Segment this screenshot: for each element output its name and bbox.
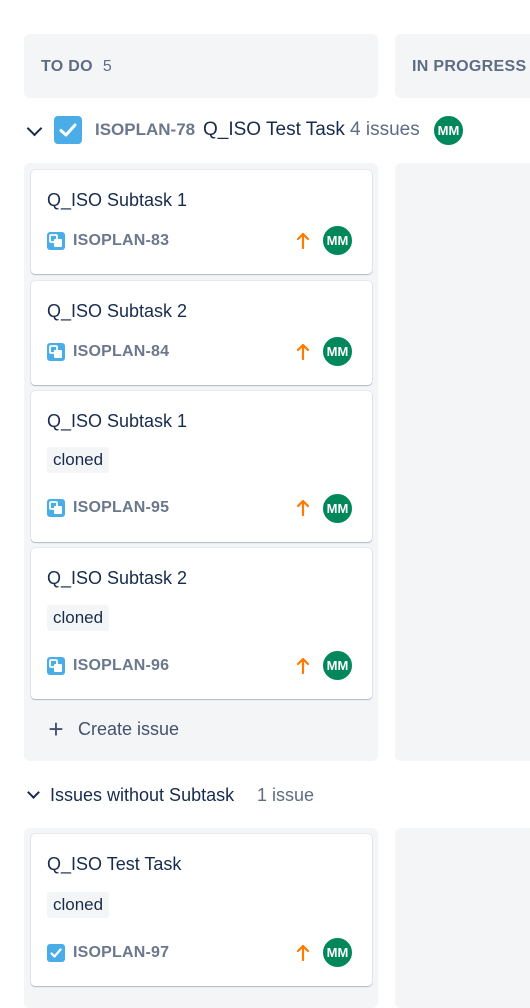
subtask-icon — [47, 499, 65, 517]
label-badge: cloned — [47, 447, 110, 473]
label-badge: cloned — [47, 605, 110, 631]
avatar[interactable]: MM — [321, 335, 354, 368]
avatar[interactable]: MM — [321, 492, 354, 525]
task-checkbox-icon — [54, 116, 82, 144]
subtask-icon — [47, 232, 65, 250]
priority-high-icon — [296, 343, 310, 361]
issue-card[interactable]: Q_ISO Subtask 1 ISOPLAN-83 MM — [31, 170, 372, 274]
avatar[interactable]: MM — [321, 649, 354, 682]
column-header-in-progress: IN PROGRESS — [395, 34, 530, 98]
swimlane-issue-count: 4 issues — [350, 119, 420, 140]
issue-card[interactable]: Q_ISO Subtask 2 cloned ISOPLAN-96 MM — [31, 548, 372, 699]
issue-key[interactable]: ISOPLAN-84 — [73, 343, 169, 361]
label-badge: cloned — [47, 892, 110, 918]
issue-card[interactable]: Q_ISO Test Task cloned ISOPLAN-97 MM — [31, 834, 372, 986]
column-title: TO DO — [41, 58, 93, 75]
issue-key[interactable]: ISOPLAN-83 — [73, 232, 169, 250]
subtask-icon — [47, 657, 65, 675]
column-header-todo: TO DO 5 — [24, 34, 378, 98]
priority-high-icon — [296, 657, 310, 675]
create-issue-label: Create issue — [78, 718, 180, 739]
column-count: 5 — [102, 58, 113, 75]
in-progress-lane — [395, 828, 530, 1008]
card-title: Q_ISO Subtask 2 — [47, 301, 188, 321]
card-title: Q_ISO Subtask 1 — [47, 190, 188, 210]
avatar[interactable]: MM — [432, 114, 465, 147]
issue-key[interactable]: ISOPLAN-97 — [73, 944, 169, 962]
issue-card[interactable]: Q_ISO Subtask 2 ISOPLAN-84 MM — [31, 281, 372, 385]
create-issue-button[interactable]: + Create issue — [46, 716, 179, 742]
swimlane-title[interactable]: Q_ISO Test Task — [203, 119, 345, 141]
swimlane-title[interactable]: Issues without Subtask — [50, 785, 234, 806]
card-title: Q_ISO Subtask 2 — [47, 568, 188, 588]
subtask-icon — [47, 343, 65, 361]
in-progress-lane — [395, 163, 530, 761]
issue-card[interactable]: Q_ISO Subtask 1 cloned ISOPLAN-95 MM — [31, 391, 372, 542]
avatar[interactable]: MM — [321, 224, 354, 257]
issue-key[interactable]: ISOPLAN-95 — [73, 499, 169, 517]
priority-high-icon — [296, 944, 310, 962]
priority-high-icon — [296, 499, 310, 517]
task-checkbox-icon — [47, 944, 65, 962]
card-title: Q_ISO Test Task — [47, 854, 182, 874]
chevron-down-icon[interactable] — [27, 786, 40, 799]
card-title: Q_ISO Subtask 1 — [47, 411, 188, 431]
issue-key[interactable]: ISOPLAN-96 — [73, 657, 169, 675]
avatar[interactable]: MM — [321, 936, 354, 969]
plus-icon: + — [48, 714, 64, 744]
column-title: IN PROGRESS — [412, 58, 527, 75]
swimlane-key[interactable]: ISOPLAN-78 — [95, 120, 195, 140]
swimlane-issue-count: 1 issue — [257, 785, 315, 805]
priority-high-icon — [296, 232, 310, 250]
chevron-down-icon[interactable] — [26, 120, 43, 137]
